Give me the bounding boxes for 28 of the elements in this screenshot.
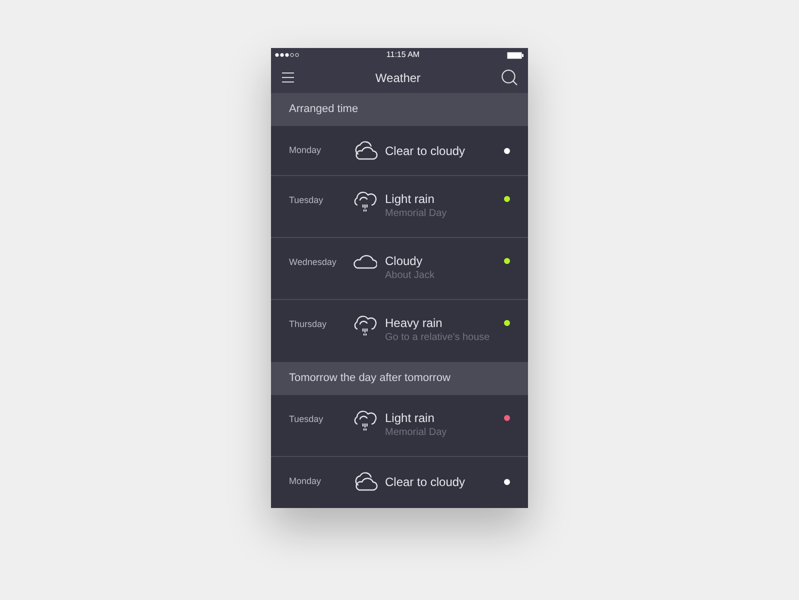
forecast-title: Light rain — [385, 191, 436, 207]
event-subtitle: About Jack — [385, 269, 436, 283]
section-title: Tomorrow the day after tomorrow — [289, 371, 450, 386]
battery-icon — [507, 52, 524, 58]
section-title: Arranged time — [289, 102, 358, 118]
signal-icon — [275, 53, 299, 57]
search-icon[interactable] — [500, 69, 518, 86]
event-subtitle: Memorial Day — [385, 207, 448, 221]
event-subtitle: Memorial Day — [385, 426, 448, 440]
nav-title: Weather — [375, 70, 421, 86]
rain-cloud-icon — [352, 315, 378, 337]
rain-cloud-icon — [352, 191, 378, 213]
day-label: Tuesday — [289, 413, 324, 426]
menu-icon[interactable] — [281, 72, 295, 83]
forecast-title: Light rain — [385, 410, 436, 426]
day-label: Wednesday — [289, 256, 338, 269]
day-label: Tuesday — [289, 194, 324, 207]
day-label: Monday — [289, 475, 322, 488]
rain-cloud-icon — [352, 410, 378, 432]
event-subtitle: Go to a relative's house — [385, 331, 491, 345]
forecast-title: Clear to cloudy — [385, 474, 466, 490]
cloud-icon — [353, 253, 377, 269]
forecast-title: Cloudy — [385, 253, 424, 269]
forecast-title: Heavy rain — [385, 315, 444, 331]
status-time: 11:15 AM — [386, 49, 420, 61]
day-label: Monday — [289, 144, 322, 157]
forecast-title: Clear to cloudy — [385, 142, 466, 158]
day-label: Thursday — [289, 318, 328, 331]
